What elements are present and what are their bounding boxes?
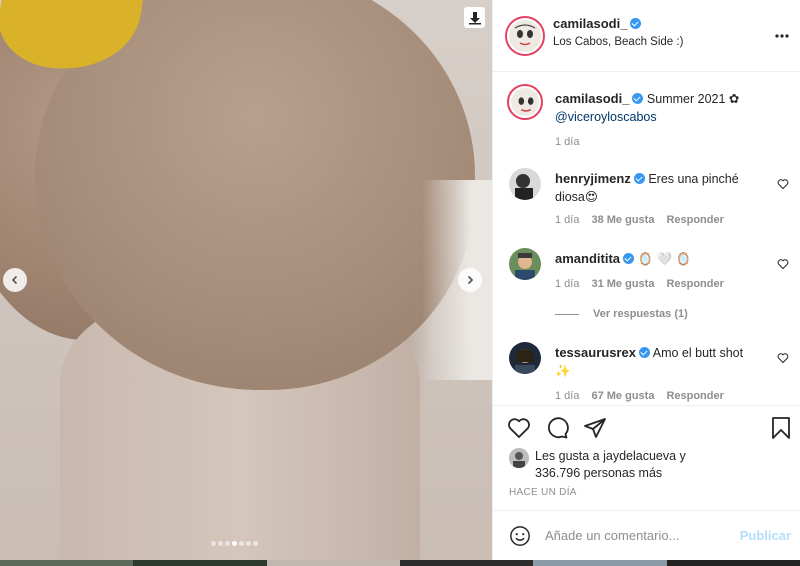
more-options-button[interactable] <box>775 22 789 43</box>
reply-button[interactable]: Responder <box>666 390 723 402</box>
comment-input[interactable] <box>545 528 735 543</box>
emoji-smile-icon[interactable] <box>509 525 531 547</box>
more-horizontal-icon <box>775 34 789 38</box>
caption-text: Summer 2021 <box>646 92 726 106</box>
author-avatar[interactable] <box>505 16 545 56</box>
carousel-next-button[interactable] <box>458 268 482 292</box>
comments-list: camilasodi_ Summer 2021 ✿ @viceroyloscab… <box>493 72 800 405</box>
carousel-dots <box>211 541 258 546</box>
avatar-person-icon <box>509 168 541 200</box>
comment-likes[interactable]: 38 Me gusta <box>591 214 654 226</box>
like-heart-icon[interactable] <box>507 416 531 440</box>
carousel-prev-button[interactable] <box>3 268 27 292</box>
avatar-face-icon <box>509 20 541 52</box>
carousel-dot <box>225 541 230 546</box>
verified-badge-icon <box>630 18 642 29</box>
comment-text: Eres una pinché <box>648 172 739 186</box>
comment-row: henryjimenz Eres una pinché diosa😍 1 día… <box>509 168 789 230</box>
verified-badge-icon <box>633 173 645 184</box>
publish-button[interactable]: Publicar <box>740 528 791 543</box>
avatar-person-icon <box>509 342 541 374</box>
liker-avatar[interactable] <box>509 448 529 468</box>
verified-badge-icon <box>623 253 635 264</box>
save-bookmark-icon[interactable] <box>769 416 793 440</box>
caption-username[interactable]: camilasodi_ <box>555 91 629 106</box>
view-replies-button[interactable]: Ver respuestas (1) <box>555 308 688 320</box>
carousel-dot <box>211 541 216 546</box>
download-arrow-icon <box>468 11 481 24</box>
likes-count[interactable]: 336.796 personas más <box>535 466 662 480</box>
caption-time[interactable]: 1 día <box>555 136 579 148</box>
post-actions <box>493 405 800 450</box>
commenter-avatar[interactable] <box>509 342 541 374</box>
chevron-left-icon <box>11 275 18 285</box>
avatar-person-icon <box>509 248 541 280</box>
verified-badge-icon <box>638 347 650 358</box>
avatar-face-icon <box>511 88 539 116</box>
caption-avatar[interactable] <box>507 84 543 120</box>
comment-bubble-icon[interactable] <box>545 416 569 440</box>
like-comment-heart-icon[interactable] <box>777 178 789 190</box>
comment-row: tessaurusrex Amo el butt shot ✨ 1 día 67… <box>509 342 789 402</box>
thumbnail-strip <box>0 560 800 566</box>
like-comment-heart-icon[interactable] <box>777 352 789 364</box>
comment-row: amanditita 🪞 🤍 🪞 1 día 31 Me gusta Respo… <box>509 248 789 296</box>
clover-emoji-icon: ✿ <box>728 92 740 106</box>
like-comment-heart-icon[interactable] <box>777 258 789 270</box>
comment-text-cont: diosa😍 <box>555 190 598 204</box>
commenter-avatar[interactable] <box>509 248 541 280</box>
comment-text: 🪞 🤍 🪞 <box>637 252 692 266</box>
carousel-dot <box>239 541 244 546</box>
post-sidebar: camilasodi_ Los Cabos, Beach Side :) cam… <box>492 0 800 560</box>
carousel-dot <box>218 541 223 546</box>
comment-likes[interactable]: 31 Me gusta <box>591 278 654 290</box>
comment-time[interactable]: 1 día <box>555 214 579 226</box>
caption-row: camilasodi_ Summer 2021 ✿ @viceroyloscab… <box>507 84 789 148</box>
post-location[interactable]: Los Cabos, Beach Side :) <box>553 36 683 48</box>
reply-button[interactable]: Responder <box>666 278 723 290</box>
verified-badge-icon <box>632 93 644 104</box>
chevron-right-icon <box>467 275 474 285</box>
post-media[interactable] <box>0 0 492 560</box>
caption-mention-link[interactable]: @viceroyloscabos <box>555 110 657 124</box>
comment-time[interactable]: 1 día <box>555 278 579 290</box>
carousel-dot <box>253 541 258 546</box>
commenter-avatar[interactable] <box>509 168 541 200</box>
likes-text[interactable]: Les gusta a jaydelacueva y <box>535 449 686 463</box>
comment-text: Amo el butt shot <box>652 346 744 360</box>
commenter-username[interactable]: henryjimenz <box>555 171 631 186</box>
carousel-dot <box>246 541 251 546</box>
share-paper-plane-icon[interactable] <box>583 416 607 440</box>
sparkle-emoji-icon: ✨ <box>555 364 571 378</box>
post-header: camilasodi_ Los Cabos, Beach Side :) <box>493 0 800 72</box>
carousel-dot <box>232 541 237 546</box>
comment-composer: Publicar <box>493 510 800 560</box>
author-username[interactable]: camilasodi_ <box>553 16 627 31</box>
post-timestamp[interactable]: HACE UN DÍA <box>509 487 577 498</box>
reply-button[interactable]: Responder <box>666 214 723 226</box>
commenter-username[interactable]: tessaurusrex <box>555 345 636 360</box>
replies-divider <box>555 313 579 315</box>
avatar-person-icon <box>509 448 529 468</box>
download-button[interactable] <box>464 7 485 28</box>
comment-likes[interactable]: 67 Me gusta <box>591 390 654 402</box>
commenter-username[interactable]: amanditita <box>555 251 620 266</box>
comment-time[interactable]: 1 día <box>555 390 579 402</box>
view-replies-label: Ver respuestas (1) <box>593 308 688 320</box>
